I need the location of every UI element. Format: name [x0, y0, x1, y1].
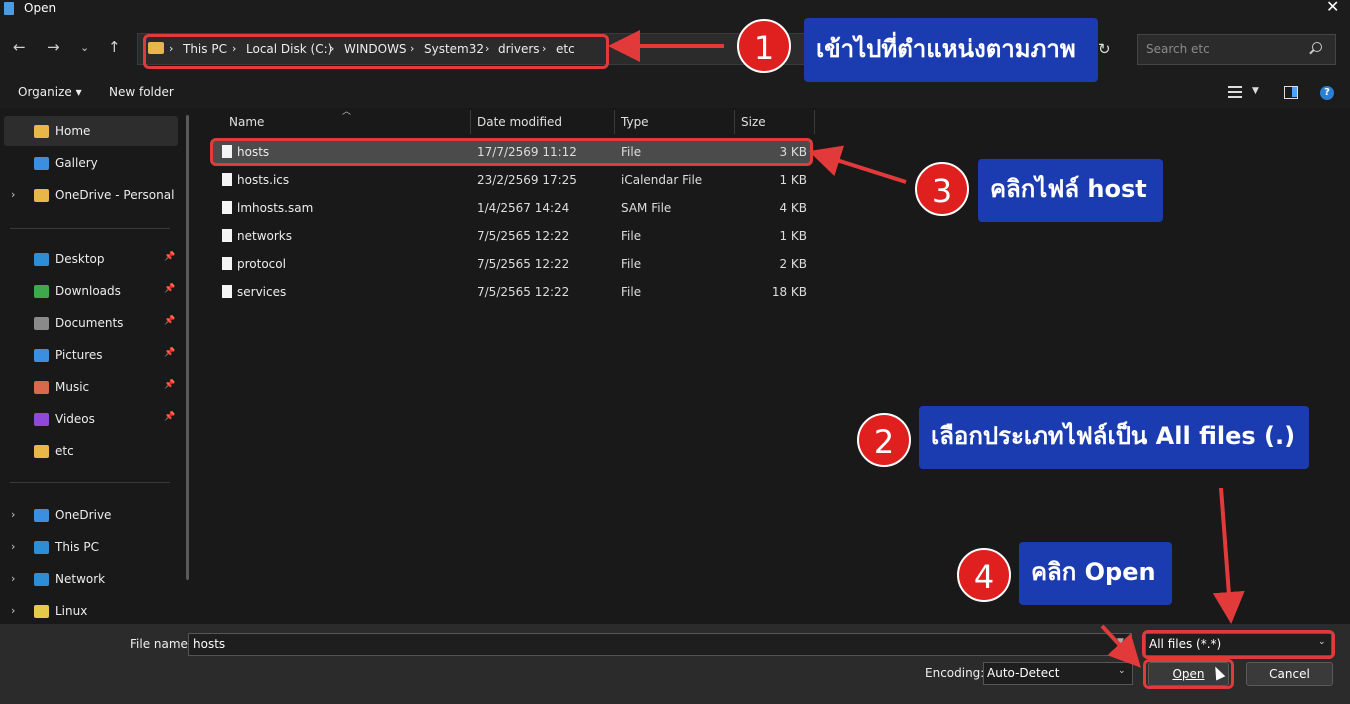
step-number-3: 3	[915, 162, 969, 216]
annotation-step-3: คลิกไฟล์ host	[978, 159, 1163, 222]
annotation-step-1: เข้าไปที่ตำแหน่งตามภาพ	[804, 18, 1098, 82]
step-number-2: 2	[857, 413, 911, 467]
step-number-1: 1	[737, 19, 791, 73]
step-number-4: 4	[957, 548, 1011, 602]
annotation-step-4: คลิก Open	[1019, 542, 1172, 605]
annotation-step-2: เลือกประเภทไฟล์เป็น All files (.)	[919, 406, 1309, 469]
